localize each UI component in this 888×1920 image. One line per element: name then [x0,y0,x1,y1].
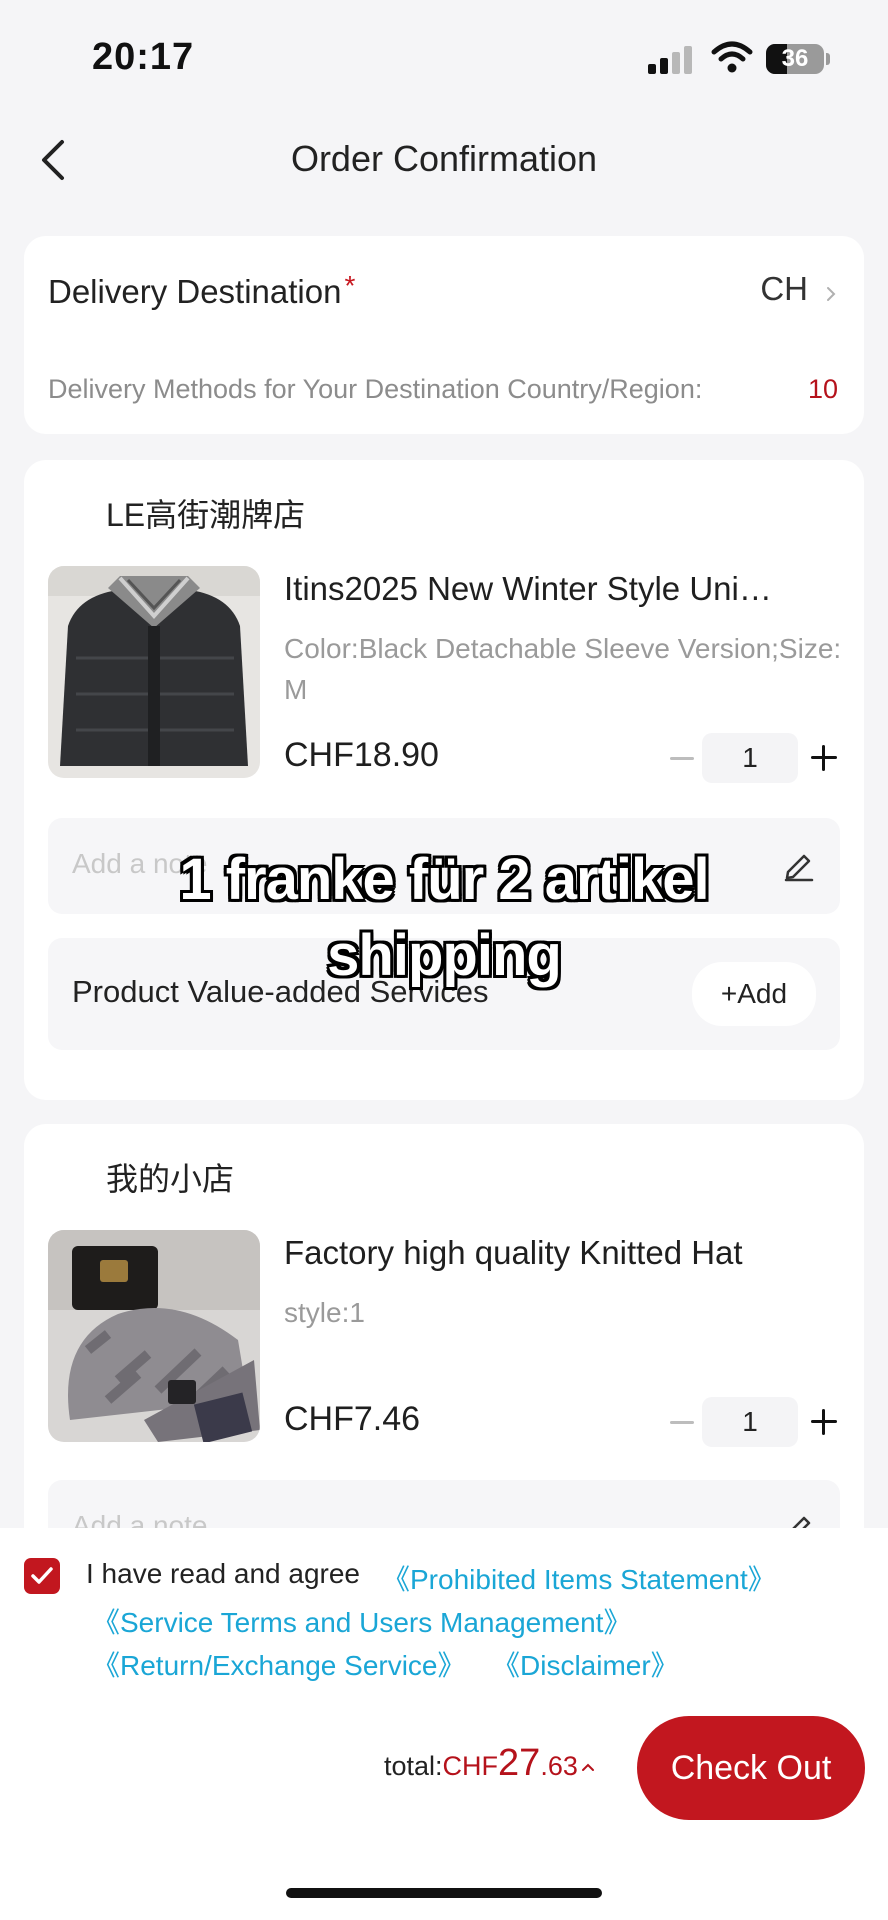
disclaimer-link[interactable]: 《Disclaimer》 [492,1644,679,1684]
wifi-icon [711,41,753,73]
product-variant: Color:Black Detachable Sleeve Version;Si… [284,633,842,705]
agreement-panel: I have read and agree 《Prohibited Items … [0,1528,888,1704]
caret-up-icon[interactable] [580,1759,596,1775]
delivery-destination-label: Delivery Destination * [48,270,356,310]
store-name: LE高街潮牌店 [106,497,306,533]
status-bar: 20:17 36 [0,0,888,110]
signal-icon [648,44,694,74]
checkout-button[interactable]: Check Out [637,1716,865,1820]
total-integer: 27 [498,1742,541,1784]
delivery-methods-count: 10 [807,374,838,404]
delivery-methods-label: Delivery Methods for Your Destination Co… [48,374,703,404]
total-currency: CHF [442,1751,499,1781]
product-image-hat[interactable] [48,1230,260,1442]
quantity-value[interactable]: 1 [702,1397,798,1447]
product-title[interactable]: Itins2025 New Winter Style Uni… [284,570,844,608]
agreement-checkbox[interactable] [24,1558,60,1594]
store-card: LE高街潮牌店 Itins2025 New Winter Style Uni… … [24,460,864,1100]
required-mark: * [344,270,356,301]
battery-icon: 36 [766,44,824,74]
nav-header: Order Confirmation [0,110,888,210]
delivery-card: Delivery Destination * CH Delivery Method… [24,236,864,434]
total-decimal: .63 [540,1751,578,1781]
overlay-caption-line1: 1 franke für 2 artikel [179,847,709,912]
quantity-decrease-button[interactable] [658,1398,706,1446]
product-variant: style:1 [284,1297,365,1328]
service-terms-link[interactable]: 《Service Terms and Users Management》 [92,1601,631,1641]
product-title[interactable]: Factory high quality Knitted Hat [284,1234,844,1272]
product-price: CHF18.90 [284,736,439,774]
page-title: Order Confirmation [290,138,598,179]
hat-image [48,1230,260,1442]
battery-cap [826,53,830,65]
product-image-jacket[interactable] [48,566,260,778]
status-time: 20:17 [92,36,195,78]
order-confirmation-screen: 20:17 36 Order Confirmation Delivery Des… [0,0,888,1920]
delivery-destination-row[interactable]: Delivery Destination * CH [48,264,840,324]
product-price: CHF7.46 [284,1400,421,1438]
quantity-decrease-button[interactable] [658,734,706,782]
checkmark-icon [31,1567,53,1584]
delivery-destination-value: CH [760,270,808,307]
total-label: total: [384,1751,443,1781]
return-exchange-link[interactable]: 《Return/Exchange Service》 [92,1644,466,1684]
store-name: 我的小店 [106,1161,235,1197]
battery-level: 36 [781,45,809,72]
overlay-caption-line2: shipping [327,923,562,988]
prohibited-items-link[interactable]: 《Prohibited Items Statement》 [382,1558,776,1598]
quantity-increase-button[interactable] [802,734,846,782]
order-total[interactable]: total:CHF27.63 [384,1742,596,1785]
quantity-value[interactable]: 1 [702,733,798,783]
home-indicator [286,1888,602,1898]
quantity-increase-button[interactable] [802,1398,846,1446]
jacket-image [48,566,260,778]
chevron-right-icon [827,287,836,301]
agreement-text: I have read and agree [86,1558,360,1589]
